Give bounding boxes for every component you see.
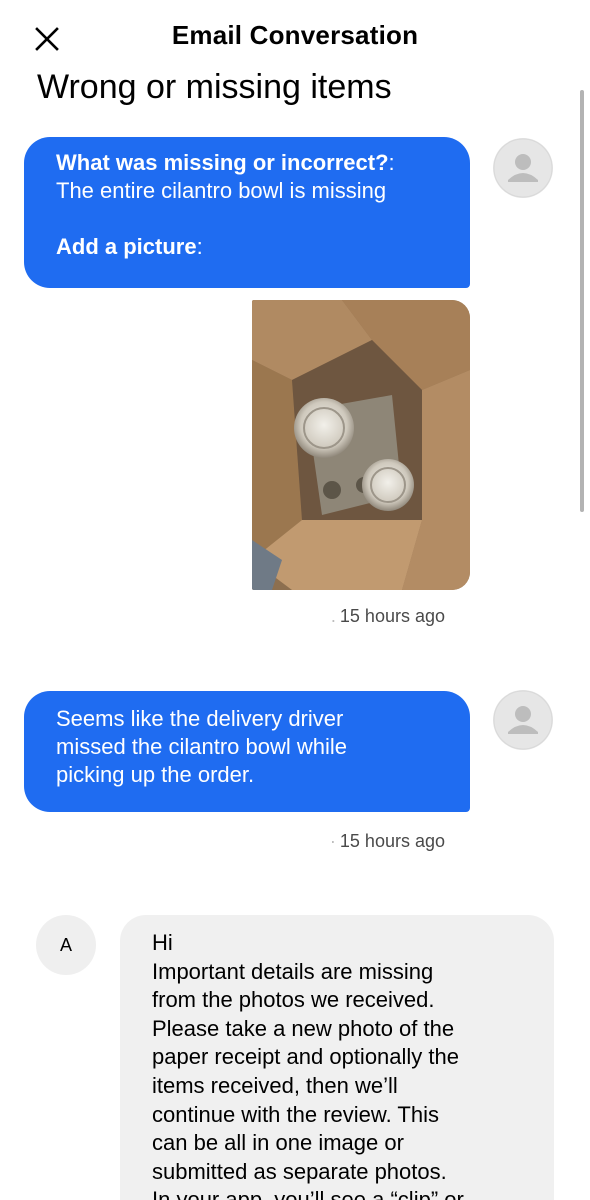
message-line: can be all in one image or: [152, 1130, 404, 1156]
question-colon: :: [388, 150, 395, 175]
message-line: Please take a new photo of the: [152, 1015, 455, 1041]
question-label: What was missing or incorrect?: [56, 150, 389, 175]
picture-line: Add a picture:: [56, 233, 450, 261]
question-line: What was missing or incorrect?:: [56, 149, 450, 177]
user-avatar: [493, 138, 553, 198]
message-line: items received, then we’ll: [152, 1072, 398, 1098]
message-line: missed the cilantro bowl while: [56, 734, 348, 759]
message-line: Seems like the delivery driver: [56, 706, 344, 731]
message-line: paper receipt and optionally the: [152, 1044, 459, 1070]
header-title: Email Conversation: [171, 20, 419, 50]
user-avatar: [493, 690, 553, 750]
attached-photo[interactable]: [252, 300, 470, 590]
timestamp-text: 15 hours ago: [339, 831, 445, 851]
picture-colon: :: [196, 234, 203, 259]
conversation-title: Wrong or missing items: [37, 68, 392, 106]
message-line: from the photos we received.: [152, 987, 435, 1013]
delivery-bag-photo: [252, 300, 470, 590]
email-conversation-screen: Email Conversation Wrong or missing item…: [0, 0, 590, 1200]
picture-label: Add a picture: [56, 234, 197, 259]
message-timestamp: · 15 hours ago: [329, 831, 445, 851]
person-icon: [493, 138, 553, 198]
top-bar: Email Conversation: [0, 0, 590, 70]
message-timestamp: . 15 hours ago: [330, 606, 445, 626]
message-bubble-sent: What was missing or incorrect?: The enti…: [24, 137, 470, 288]
agent-avatar: A: [36, 915, 96, 975]
scrollbar[interactable]: [580, 90, 584, 512]
message-line: In your app, you’ll see a “clip” or: [152, 1187, 464, 1200]
person-icon: [493, 690, 553, 750]
message-line: submitted as separate photos.: [152, 1158, 447, 1184]
message-bubble-received: Hi Important details are missing from th…: [120, 915, 554, 1200]
answer-text: The entire cilantro bowl is missing: [56, 178, 387, 203]
message-line: Important details are missing: [152, 958, 434, 984]
message-line: Hi: [152, 930, 173, 955]
timestamp-text: 15 hours ago: [339, 606, 445, 626]
message-line: continue with the review. This: [152, 1101, 439, 1127]
message-line: picking up the order.: [56, 762, 255, 787]
message-bubble-sent: Seems like the delivery driver missed th…: [24, 691, 470, 812]
